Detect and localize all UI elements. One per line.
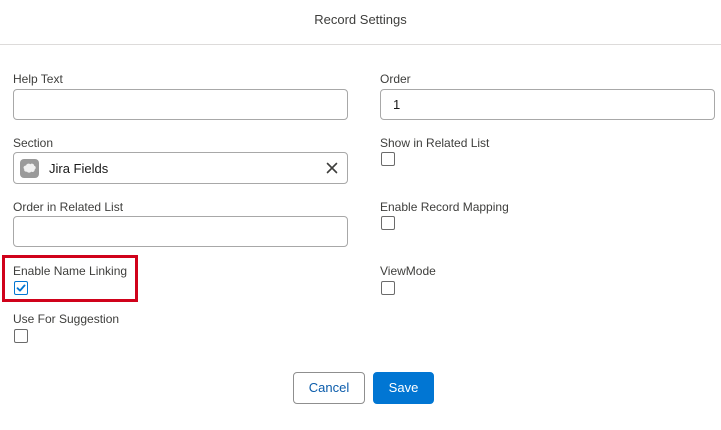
clear-icon[interactable]: [323, 159, 341, 177]
record-settings-modal: Record Settings Help Text Section Jira F…: [0, 0, 721, 430]
view-mode-label: ViewMode: [380, 264, 436, 278]
record-icon: [20, 159, 39, 178]
checkmark-icon: [16, 284, 26, 292]
show-in-related-list-checkbox[interactable]: [381, 152, 395, 166]
modal-header: Record Settings: [0, 0, 721, 45]
order-input[interactable]: [380, 89, 715, 120]
show-in-related-list-label: Show in Related List: [380, 136, 490, 150]
enable-record-mapping-label: Enable Record Mapping: [380, 200, 509, 214]
enable-name-linking-label: Enable Name Linking: [13, 264, 128, 278]
enable-name-linking-checkbox[interactable]: [14, 281, 28, 295]
enable-record-mapping-checkbox[interactable]: [381, 216, 395, 230]
help-text-input[interactable]: [13, 89, 348, 120]
order-in-related-list-input[interactable]: [13, 216, 348, 247]
order-label: Order: [380, 72, 411, 86]
section-value: Jira Fields: [49, 161, 109, 176]
section-label: Section: [13, 136, 54, 150]
cancel-button[interactable]: Cancel: [293, 372, 365, 404]
view-mode-checkbox[interactable]: [381, 281, 395, 295]
order-in-related-list-label: Order in Related List: [13, 200, 124, 214]
modal-title: Record Settings: [314, 12, 407, 27]
save-button[interactable]: Save: [373, 372, 434, 404]
use-for-suggestion-checkbox[interactable]: [14, 329, 28, 343]
use-for-suggestion-label: Use For Suggestion: [13, 312, 120, 326]
section-lookup[interactable]: Jira Fields: [13, 152, 348, 184]
help-text-label: Help Text: [13, 72, 63, 86]
